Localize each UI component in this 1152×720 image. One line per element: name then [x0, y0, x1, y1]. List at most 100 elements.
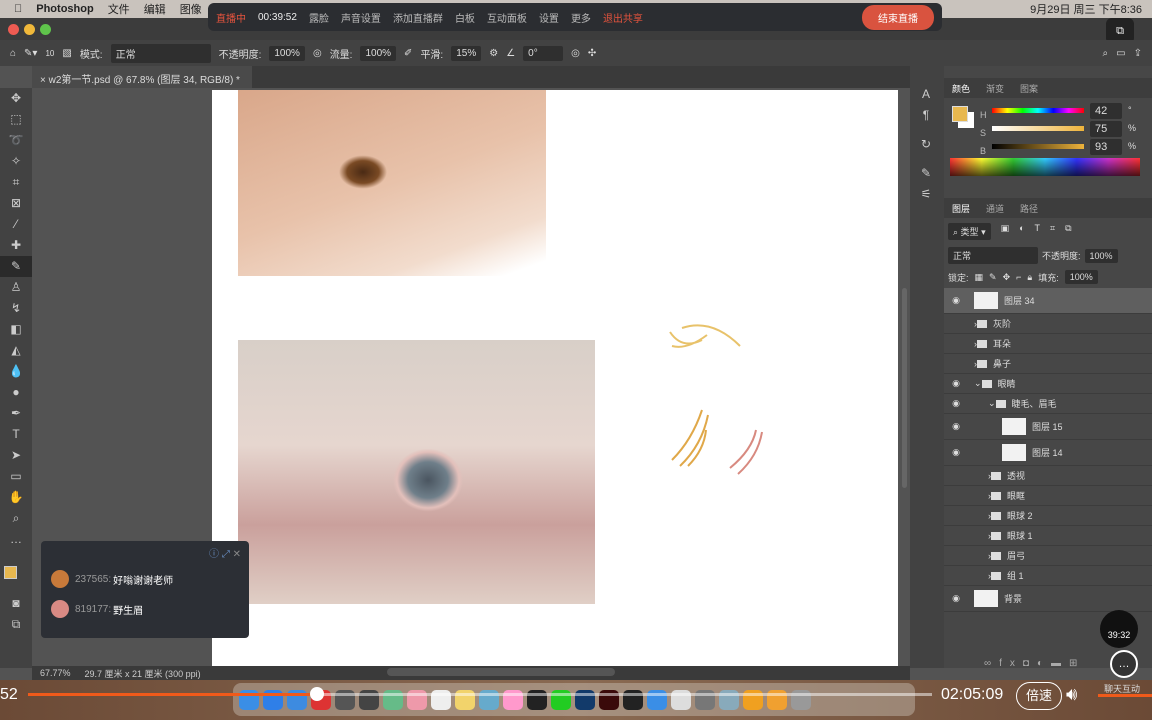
share-export-icon[interactable]: ⇪	[1134, 48, 1142, 59]
screen-mode-icon[interactable]: ⧉	[0, 614, 32, 635]
layer-filter-select[interactable]: ⌕ 类型 ▾	[948, 223, 991, 240]
tab-channels[interactable]: 通道	[986, 202, 1004, 214]
rectangle-tool-icon[interactable]: ▭	[0, 466, 32, 487]
layer-row[interactable]: › 灰阶	[944, 314, 1152, 334]
hue-field[interactable]: 42	[1090, 103, 1122, 119]
brightness-field[interactable]: 93	[1090, 139, 1122, 155]
foreground-swatch[interactable]	[4, 566, 17, 579]
hand-tool-icon[interactable]: ✋	[0, 487, 32, 508]
symmetry-icon[interactable]: ✣	[588, 48, 596, 59]
mode-select[interactable]: 正常	[110, 43, 211, 63]
video-progress[interactable]	[28, 687, 932, 701]
volume-icon[interactable]: 🔊︎	[1066, 684, 1077, 705]
layer-row[interactable]: ◉ 图层 34	[944, 288, 1152, 314]
hue-slider[interactable]	[992, 108, 1084, 113]
more-button[interactable]: 更多	[571, 10, 591, 25]
close-icon[interactable]: ✕	[233, 549, 241, 560]
lasso-tool-icon[interactable]: ➰	[0, 130, 32, 151]
visibility-eye-icon[interactable]: ◉	[944, 593, 968, 604]
visibility-eye-icon[interactable]: ◉	[944, 398, 968, 409]
frame-tool-icon[interactable]: ⊠	[0, 193, 32, 214]
document-size[interactable]: 29.7 厘米 x 21 厘米 (300 ppi)	[85, 667, 201, 680]
pen-icon[interactable]: ✒	[0, 403, 32, 424]
blend-mode-select[interactable]: 正常	[948, 247, 1038, 264]
flow-field[interactable]: 100%	[360, 45, 397, 61]
angle-field[interactable]: 0°	[523, 45, 564, 61]
saturation-field[interactable]: 75	[1090, 121, 1122, 137]
filter-smart-icon[interactable]: ⧉	[1065, 223, 1071, 240]
menu-app[interactable]: Photoshop	[36, 3, 93, 15]
tab-close-icon[interactable]: ×	[40, 75, 49, 86]
chevron-down-icon[interactable]: ⌄	[974, 378, 982, 389]
brush-preset-icon[interactable]: ✎▾	[24, 48, 37, 59]
stamp-tool-icon[interactable]: ♙	[0, 277, 32, 298]
menu-file[interactable]: 文件	[108, 1, 130, 17]
horizontal-scrollbar[interactable]	[387, 668, 615, 676]
healing-icon[interactable]: ✚	[0, 235, 32, 256]
lock-pixels-icon[interactable]: ▦	[975, 272, 984, 283]
close-button[interactable]	[8, 24, 19, 35]
help-icon[interactable]: ⓘ	[209, 549, 219, 560]
zoom-tool-icon[interactable]: ⌕	[0, 508, 32, 529]
path-select-icon[interactable]: ➤	[0, 445, 32, 466]
magic-wand-icon[interactable]: ✧	[0, 151, 32, 172]
search-icon[interactable]: ⌕	[1103, 48, 1109, 59]
crop-tool-icon[interactable]: ⌗	[0, 172, 32, 193]
visibility-eye-icon[interactable]: ◉	[944, 421, 968, 432]
audio-settings-button[interactable]: 声音设置	[341, 10, 381, 25]
pressure-opacity-icon[interactable]: ◎	[313, 48, 322, 59]
filter-adjust-icon[interactable]: ◐	[1019, 223, 1024, 240]
brush-tool-icon[interactable]: ✎	[0, 256, 32, 277]
more-tools-icon[interactable]: …	[0, 529, 32, 550]
layer-actions[interactable]: ∞fx◘◐▬⊞	[984, 658, 1085, 669]
pressure-size-icon[interactable]: ◎	[571, 48, 580, 59]
bucket-icon[interactable]: ◭	[0, 340, 32, 361]
adjustments-icon[interactable]: ⚟	[910, 184, 942, 205]
filter-pixel-icon[interactable]: ▣	[1001, 223, 1010, 240]
layer-row[interactable]: › 眉弓	[944, 546, 1152, 566]
tab-layers[interactable]: 图层	[952, 202, 970, 214]
visibility-eye-icon[interactable]: ◉	[944, 447, 968, 458]
speed-button[interactable]: 倍速	[1016, 682, 1062, 710]
menu-edit[interactable]: 编辑	[144, 1, 166, 17]
move-tool-icon[interactable]: ✥	[0, 88, 32, 109]
opacity-field[interactable]: 100%	[269, 45, 305, 61]
add-group-button[interactable]: 添加直播群	[393, 10, 443, 25]
airbrush-icon[interactable]: ✐	[404, 48, 412, 59]
type-tool-icon[interactable]: T	[0, 424, 32, 445]
minimize-button[interactable]	[24, 24, 35, 35]
chat-bubble-icon[interactable]: …	[1110, 650, 1138, 678]
brush-panel-icon[interactable]: ▧	[62, 48, 71, 59]
expand-icon[interactable]: ⤢	[222, 549, 230, 560]
character-icon[interactable]: A	[910, 84, 942, 105]
interaction-panel-button[interactable]: 互动面板	[487, 10, 527, 25]
brush-size[interactable]: 10	[45, 49, 54, 58]
tab-paths[interactable]: 路径	[1020, 202, 1038, 214]
fill-field[interactable]: 100%	[1064, 270, 1098, 284]
document-tab[interactable]: × w2第一节.psd @ 67.8% (图层 34, RGB/8) *	[32, 66, 252, 88]
lock-all-icon[interactable]: 🔒︎	[1027, 272, 1032, 283]
layer-row[interactable]: › 鼻子	[944, 354, 1152, 374]
lock-paint-icon[interactable]: ✎	[989, 272, 997, 283]
layer-row[interactable]: › 眼球 2	[944, 506, 1152, 526]
zoom-level[interactable]: 67.77%	[40, 668, 71, 678]
layer-row[interactable]: › 耳朵	[944, 334, 1152, 354]
layer-row[interactable]: › 透视	[944, 466, 1152, 486]
camera-button[interactable]: 露脸	[309, 10, 329, 25]
paragraph-icon[interactable]: ¶	[910, 105, 942, 126]
layer-row[interactable]: ◉ ⌄ 眼睛	[944, 374, 1152, 394]
filter-shape-icon[interactable]: ⌗	[1050, 223, 1055, 240]
layer-row[interactable]: › 组 1	[944, 566, 1152, 586]
saturation-slider[interactable]	[992, 126, 1084, 131]
dodge-icon[interactable]: ●	[0, 382, 32, 403]
brushes-icon[interactable]: ✎	[910, 163, 942, 184]
quick-mask-icon[interactable]: ◙	[0, 593, 32, 614]
maximize-button[interactable]	[40, 24, 51, 35]
layer-row[interactable]: › 眼眶	[944, 486, 1152, 506]
chevron-down-icon[interactable]: ⌄	[988, 398, 996, 409]
layer-opacity-field[interactable]: 100%	[1084, 248, 1118, 263]
history-brush-icon[interactable]: ↯	[0, 298, 32, 319]
whiteboard-button[interactable]: 白板	[455, 10, 475, 25]
layer-row[interactable]: ◉ ⌄ 睫毛、眉毛	[944, 394, 1152, 414]
layer-row[interactable]: › 眼球 1	[944, 526, 1152, 546]
